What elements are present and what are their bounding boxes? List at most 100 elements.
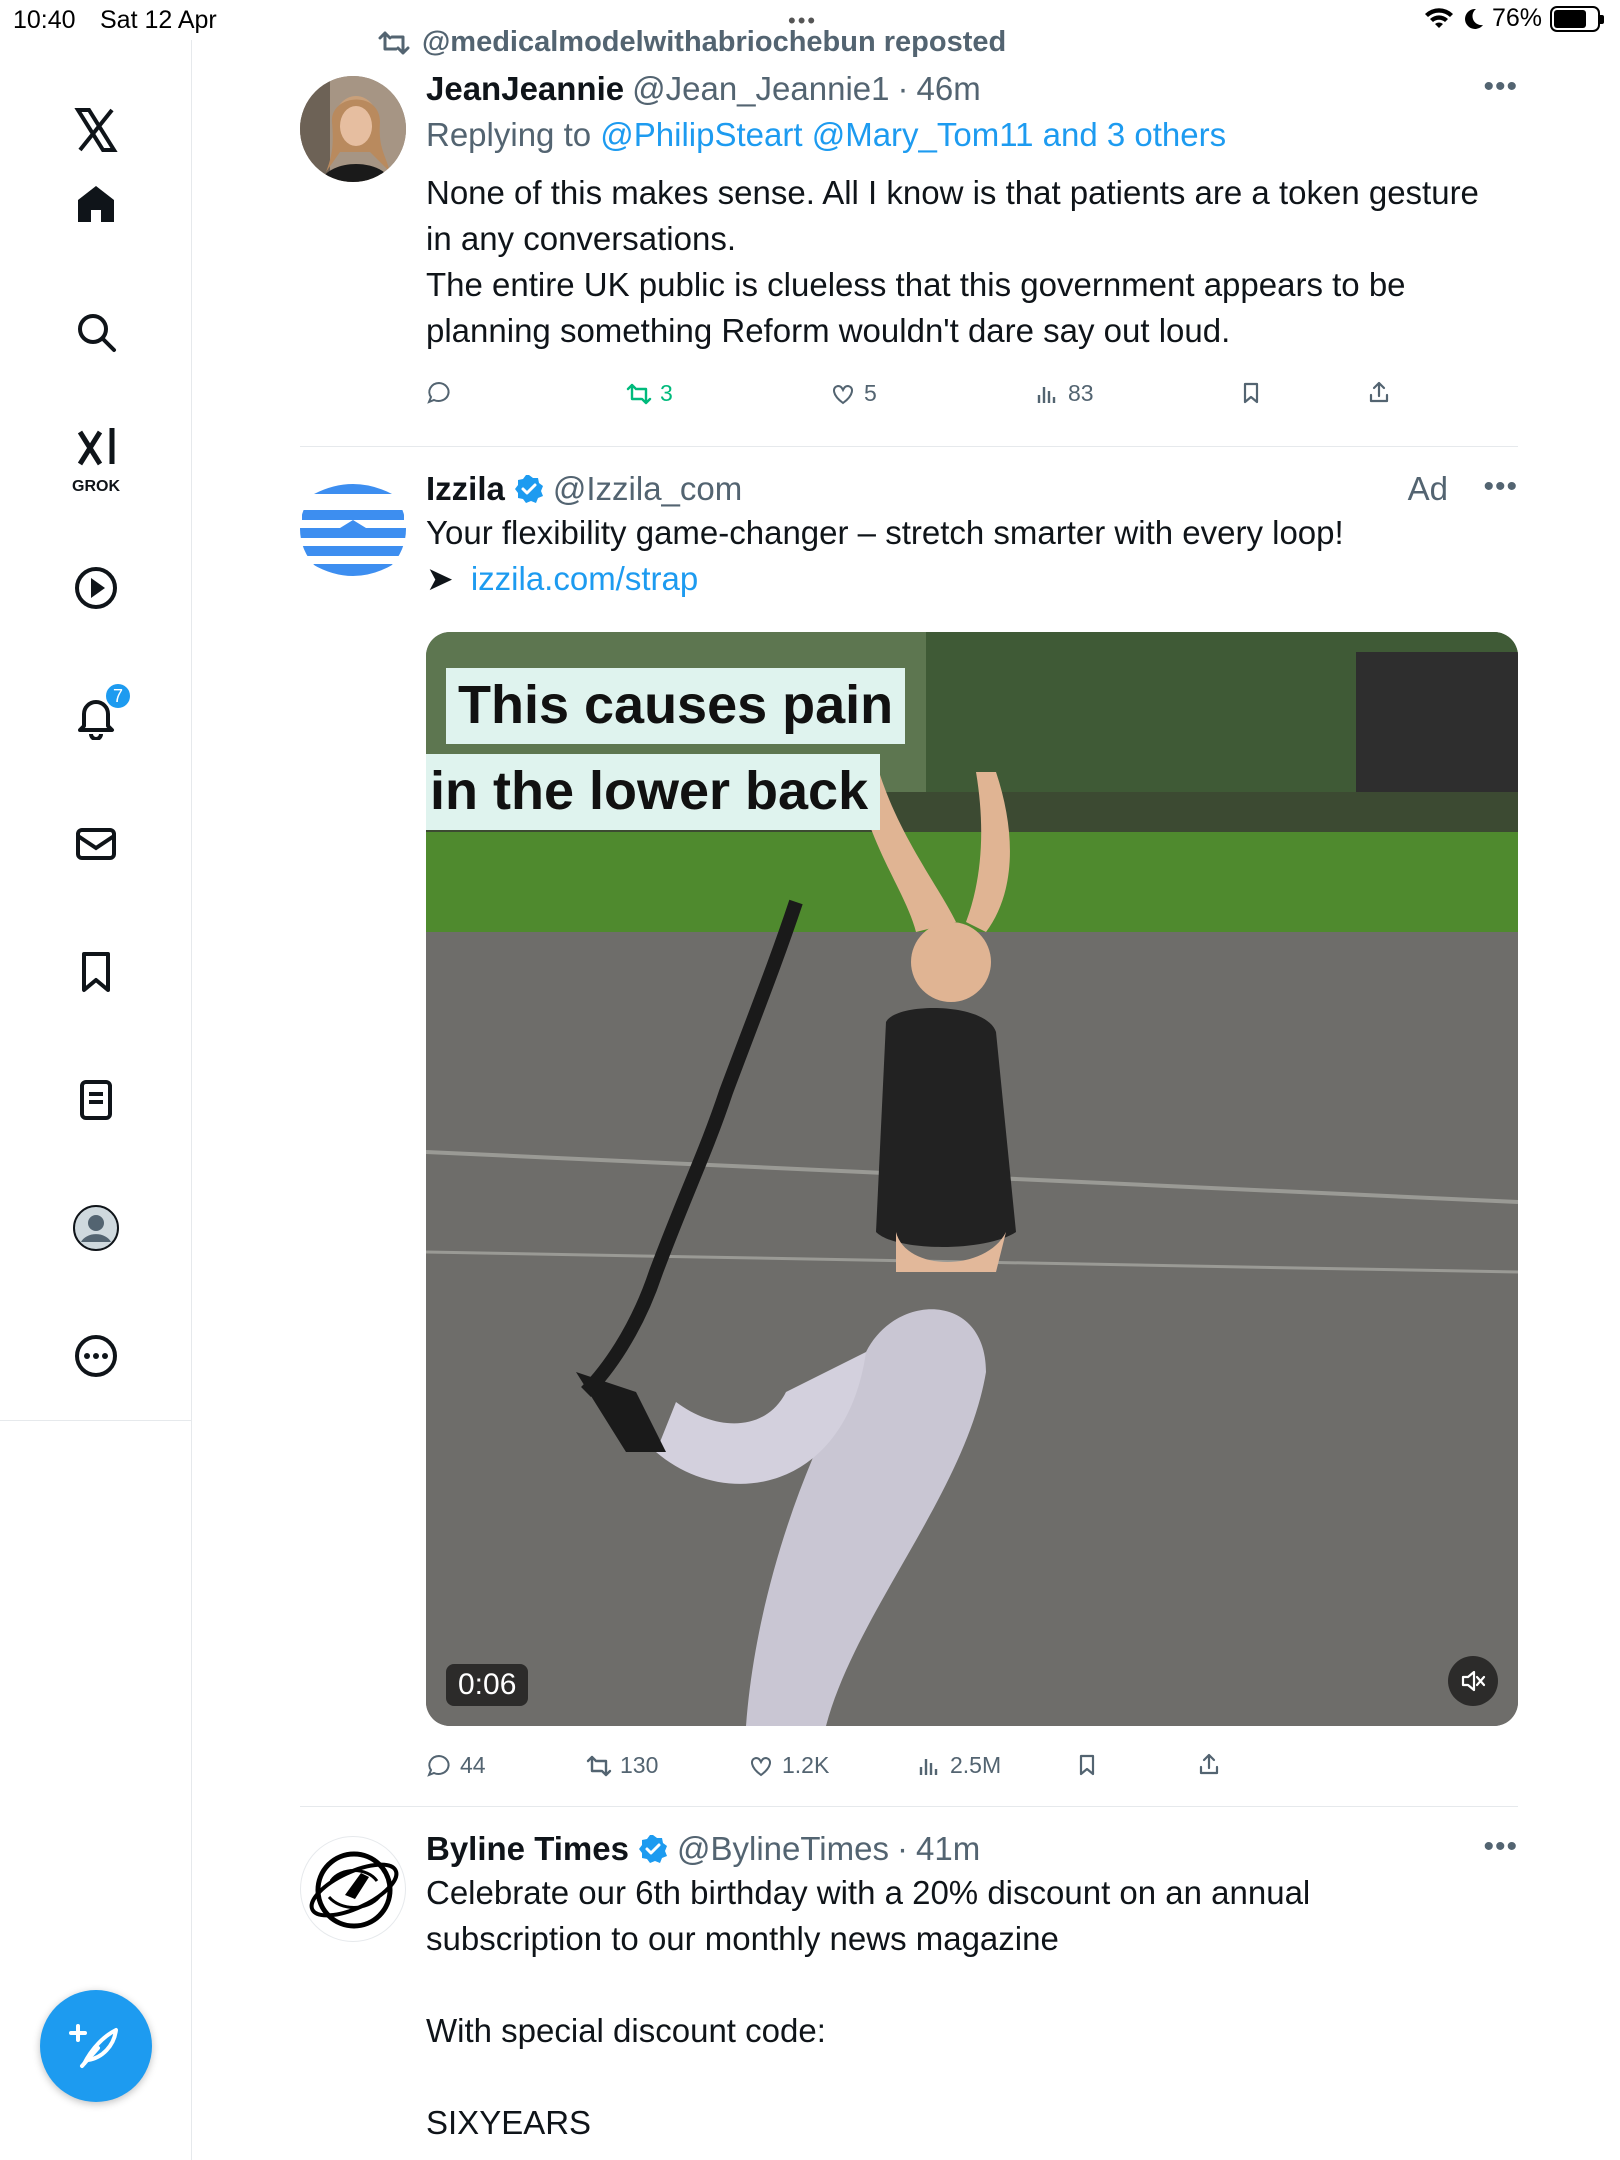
x-logo-button[interactable] [56,90,136,170]
repost-button[interactable]: 3 [626,380,673,407]
video-caption-line1: This causes pain [446,668,906,744]
author-name[interactable]: JeanJeannie [426,70,624,108]
repost-context: @medicalmodelwithabriochebun reposted [378,26,1006,59]
ad-label: Ad [1407,470,1448,507]
more-options-icon[interactable]: ••• [1483,470,1518,504]
nav-home[interactable] [56,164,136,244]
views-button[interactable]: 83 [1034,380,1094,407]
like-count: 5 [864,380,877,406]
repost-icon [378,31,410,54]
tweet-header: JeanJeannie @Jean_Jeannie1 · 46m [426,70,1518,108]
views-button[interactable]: 2.5M [916,1752,1001,1779]
heart-icon [833,384,853,404]
tweet-body: Byline Times @BylineTimes · 41m ••• Cele… [426,1830,1518,2146]
share-icon [1369,381,1389,403]
tweet-text: Your flexibility game-changer – stretch … [426,514,1344,551]
separator-dot: · [896,1830,908,1867]
replying-prefix: Replying to [426,116,592,153]
mail-icon [76,828,116,860]
tweet-actions: 3 5 83 [426,380,1518,410]
bookmark-button[interactable] [1238,380,1264,406]
author-name[interactable]: Izzila [426,470,505,508]
tweet-time[interactable]: 41m [916,1830,980,1868]
search-icon [78,314,116,352]
author-handle[interactable]: @Izzila_com [553,470,742,508]
avatar-bylinetimes[interactable] [300,1836,406,1942]
repost-count: 3 [660,380,673,406]
compose-feather-icon [69,2024,118,2068]
like-button[interactable]: 1.2K [748,1752,829,1779]
sidebar: GROK 7 [0,40,192,2160]
video-duration: 0:06 [446,1664,529,1706]
nav-lists[interactable] [56,1060,136,1140]
arrow-icon: ➤ [426,560,454,597]
more-options-icon[interactable]: ••• [1483,1830,1518,1864]
status-time: 10:40 [13,6,76,34]
nav-grok[interactable]: GROK [56,420,136,500]
tweet-link-line: ➤ izzila.com/strap [426,556,1518,602]
nav-explore[interactable] [56,292,136,372]
replying-to-users-link[interactable]: @PhilipSteart @Mary_Tom11 and 3 others [600,116,1226,153]
speaker-muted-icon [1461,1670,1486,1692]
avatar-izzila[interactable] [300,476,406,582]
video-caption-line2: in the lower back [426,754,881,830]
replying-to: Replying to @PhilipSteart @Mary_Tom11 an… [426,112,1518,158]
tweet-body: Izzila @Izzila_com Ad ••• Your flexibili… [426,470,1518,602]
tweet-text-line: With special discount code: [426,2012,826,2049]
repost-button[interactable]: 130 [586,1752,658,1779]
grok-icon [77,428,115,466]
bookmark-icon [82,952,110,992]
byline-times-logo-icon [309,1851,399,1929]
notifications-badge: 7 [104,682,132,710]
tweet-text-line: in any conversations. [426,220,737,257]
reply-button[interactable] [426,380,460,406]
verified-badge-icon [638,1835,667,1863]
avatar-jeanjeannie[interactable] [300,76,406,182]
tweet-text-line: planning something Reform wouldn't dare … [426,312,1231,349]
status-date: Sat 12 Apr [100,6,217,34]
author-handle[interactable]: @Jean_Jeannie1 [632,70,889,108]
mute-button[interactable] [1448,1656,1498,1706]
views-icon [919,1758,938,1775]
nav-messages[interactable] [56,804,136,884]
ad-link[interactable]: izzila.com/strap [471,560,698,597]
nav-bookmarks[interactable] [56,932,136,1012]
nav-profile[interactable] [56,1188,136,1268]
reply-icon [427,1754,450,1777]
nav-notifications[interactable]: 7 [56,676,136,756]
views-count: 2.5M [950,1752,1002,1778]
share-icon [1199,1753,1219,1775]
more-circle-icon [75,1335,117,1377]
repost-count: 130 [620,1752,659,1778]
sidebar-divider [0,1420,192,1421]
nav-more[interactable] [56,1316,136,1396]
x-logo-icon [74,108,118,152]
bookmark-icon [1243,382,1259,404]
reply-button[interactable]: 44 [426,1752,486,1779]
video-player[interactable]: This causes pain in the lower back 0:06 [426,632,1518,1726]
tweet-text-line: subscription to our monthly news magazin… [426,1920,1059,1957]
author-handle[interactable]: @BylineTimes [677,1830,889,1868]
bookmark-button[interactable] [1074,1752,1100,1778]
nav-videos[interactable] [56,548,136,628]
tweet-time[interactable]: 46m [917,70,981,108]
tweet-bylinetimes[interactable]: Byline Times @BylineTimes · 41m ••• Cele… [300,1806,1518,2160]
more-options-icon[interactable]: ••• [1483,70,1518,104]
tweet-actions: 44 130 1.2K 2.5M [426,1752,1518,1782]
like-count: 1.2K [782,1752,830,1778]
compose-post-button[interactable] [40,1990,152,2102]
share-button[interactable] [1366,380,1392,406]
reply-icon [427,381,450,404]
author-name[interactable]: Byline Times [426,1830,629,1868]
views-icon [1037,386,1056,403]
tweet-text-line: SIXYEARS [426,2104,592,2141]
like-button[interactable]: 5 [830,380,877,407]
share-button[interactable] [1196,1752,1222,1778]
tweet-jeanjeannie[interactable]: @medicalmodelwithabriochebun reposted Je… [300,0,1518,446]
profile-avatar-icon [73,1205,119,1251]
tweet-text: Celebrate our 6th birthday with a 20% di… [426,1870,1518,2146]
tweet-text-line: The entire UK public is clueless that th… [426,266,1406,303]
grok-label: GROK [72,478,120,495]
tweet-text-line: Celebrate our 6th birthday with a 20% di… [426,1874,1311,1911]
tweet-izzila-ad[interactable]: Izzila @Izzila_com Ad ••• Your flexibili… [300,446,1518,1806]
